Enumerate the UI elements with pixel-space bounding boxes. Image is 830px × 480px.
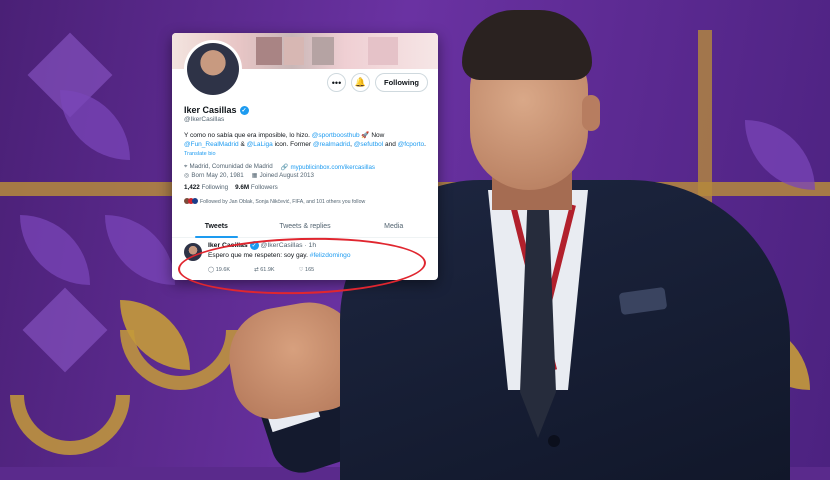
bio-link[interactable]: @fcporto (398, 141, 424, 148)
avatar-image (187, 43, 239, 95)
location-text: Madrid, Comunidad de Madrid (189, 163, 273, 170)
bio-text: Now (371, 132, 385, 139)
location-item: ⌖ Madrid, Comunidad de Madrid (184, 163, 273, 171)
profile-bio: Y como no sabía que era imposible, lo hi… (184, 131, 432, 149)
pattern-leaf (60, 90, 130, 160)
bio-text: and (384, 141, 396, 148)
person-hair (462, 10, 592, 80)
bio-link[interactable]: @realmadrid (313, 141, 350, 148)
bio-text: , (350, 141, 352, 148)
followers-label: Followers (250, 184, 278, 191)
followers-number: 9.6M (235, 184, 250, 191)
banner-pixel (312, 37, 334, 65)
banner-pixel (256, 37, 282, 65)
balloon-icon: ◎ (184, 172, 190, 179)
pattern-arc (10, 395, 130, 455)
followed-by-text: Followed by Jan Oblak, Sonja Nikčević, F… (200, 199, 366, 205)
tab-tweets-replies[interactable]: Tweets & replies (261, 217, 350, 237)
tab-tweets[interactable]: Tweets (172, 217, 261, 238)
bell-icon[interactable]: 🔔 (351, 73, 370, 92)
bio-text: . (424, 141, 426, 148)
joined-item: ▦ Joined August 2013 (252, 172, 314, 179)
verified-icon: ✓ (239, 105, 249, 115)
joined-text: Joined August 2013 (259, 172, 314, 179)
website-item: 🔗 mypublicinbox.com/ikercasillas (281, 163, 375, 171)
banner-pixel (368, 37, 398, 65)
location-pin-icon: ⌖ (184, 163, 188, 170)
bio-link[interactable]: @sportboosthub (312, 132, 360, 139)
following-number: 1,422 (184, 184, 200, 191)
link-icon: 🔗 (280, 164, 289, 171)
bio-link[interactable]: @Fun_RealMadrid (184, 141, 239, 148)
profile-name: Iker Casillas ✓ (184, 105, 249, 115)
profile-meta-row-1: ⌖ Madrid, Comunidad de Madrid 🔗 mypublicin… (184, 163, 375, 171)
more-icon[interactable]: ••• (327, 73, 346, 92)
person-ear (582, 95, 600, 131)
tab-media[interactable]: Media (349, 217, 438, 237)
profile-actions: ••• 🔔 Following (327, 73, 428, 92)
followed-by[interactable]: Followed by Jan Oblak, Sonja Nikčević, F… (184, 198, 365, 206)
person-jacket-button (548, 435, 560, 447)
bio-text: Y como no sabía que era imposible, lo hi… (184, 132, 310, 139)
pattern-diamond (22, 287, 108, 373)
following-label: Following (201, 184, 229, 191)
following-button[interactable]: Following (375, 73, 428, 92)
profile-meta-row-2: ◎ Born May 20, 1981 ▦ Joined August 2013 (184, 172, 314, 179)
bio-link[interactable]: @LaLiga (247, 141, 273, 148)
profile-name-text: Iker Casillas (184, 105, 237, 115)
banner-pixel (284, 37, 304, 65)
following-count[interactable]: 1,422 Following (184, 184, 228, 191)
calendar-icon: ▦ (251, 172, 258, 179)
follower-avatars (184, 198, 198, 206)
born-item: ◎ Born May 20, 1981 (184, 172, 244, 179)
pattern-leaf (20, 215, 90, 285)
website-link[interactable]: mypublicinbox.com/ikercasillas (290, 164, 375, 171)
profile-handle: @IkerCasillas (184, 116, 225, 123)
rocket-icon: 🚀 (361, 132, 370, 139)
born-text: Born May 20, 1981 (191, 172, 244, 179)
followers-count[interactable]: 9.6M Followers (235, 184, 278, 191)
bio-link[interactable]: @sefutbol (354, 141, 383, 148)
pattern-arc (120, 330, 240, 390)
profile-avatar[interactable] (184, 40, 242, 98)
translate-bio-link[interactable]: Translate bio (184, 151, 216, 157)
pattern-leaf (105, 215, 175, 285)
follow-counts: 1,422 Following 9.6M Followers (184, 184, 278, 191)
mini-avatar (192, 198, 198, 204)
bio-text: icon. Former (274, 141, 312, 148)
bio-text: & (240, 141, 245, 148)
profile-tabs: Tweets Tweets & replies Media (172, 217, 438, 238)
